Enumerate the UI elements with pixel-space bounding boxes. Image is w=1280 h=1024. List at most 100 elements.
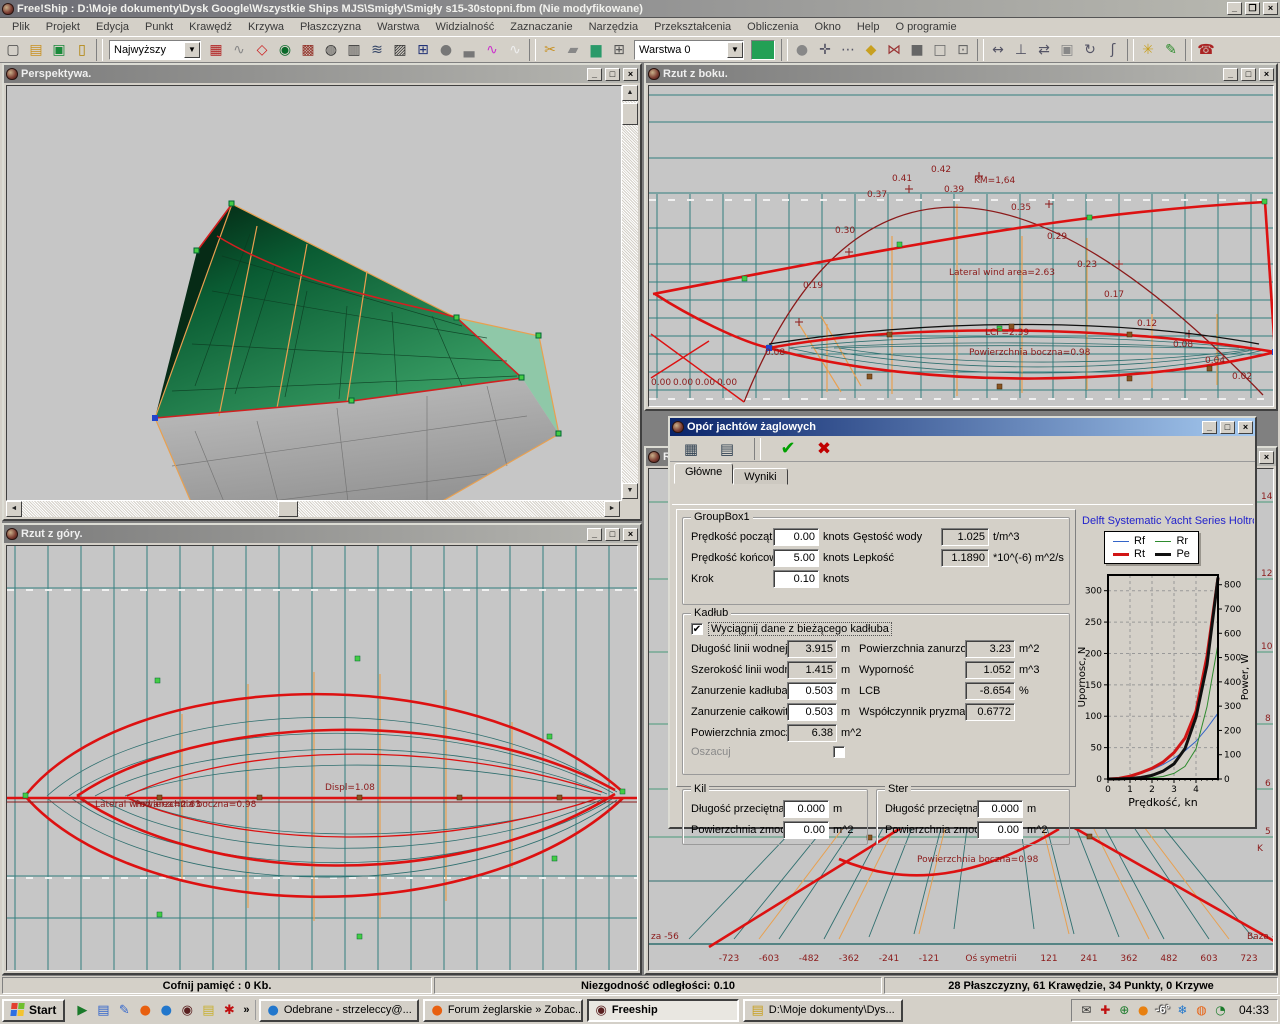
insert-plane-icon[interactable]: ⇄ <box>1033 38 1055 61</box>
minimize-button[interactable]: _ <box>1223 67 1238 81</box>
viscosity-field[interactable]: 1.1890 <box>941 548 989 567</box>
wetted-surface-field[interactable]: 6.38 <box>787 723 837 742</box>
collinear-points-icon[interactable]: ⋯ <box>837 38 859 61</box>
scroll-up-icon[interactable]: ▲ <box>622 85 638 101</box>
interior-edges-icon[interactable]: ▩ <box>297 38 319 61</box>
menu-plik[interactable]: Plik <box>4 20 38 34</box>
menu-kraw-d-[interactable]: Krawędź <box>181 20 240 34</box>
prismatic-coefficient-field[interactable]: 0.6772 <box>965 702 1015 721</box>
solid-icon[interactable]: ▣ <box>1056 38 1078 61</box>
tray-orange-icon[interactable]: ◍ <box>1192 1001 1210 1019</box>
print-icon[interactable]: ▤ <box>716 437 738 460</box>
menu-narz-dzia[interactable]: Narzędzia <box>581 20 647 34</box>
tab-wyniki[interactable]: Wyniki <box>733 468 788 485</box>
tray-mail-icon[interactable]: ✉ <box>1077 1001 1095 1019</box>
diagonals-icon[interactable]: ▨ <box>389 38 411 61</box>
start-button[interactable]: Start <box>2 998 66 1022</box>
develop-plates-icon[interactable]: ▰ <box>562 38 584 61</box>
chart-series-link[interactable]: Delft Systematic Yacht Series Holtrop <box>1082 515 1254 527</box>
chevron-down-icon[interactable]: ▼ <box>184 41 200 58</box>
displacement-field[interactable]: 1.052 <box>965 660 1015 679</box>
keel-wetted-area-field[interactable]: 0.00 <box>783 820 829 839</box>
chevron-down-icon[interactable]: ▼ <box>727 41 743 58</box>
app-minimize-button[interactable]: _ <box>1227 2 1242 15</box>
normals-icon[interactable]: ∿ <box>504 38 526 61</box>
minimize-button[interactable]: _ <box>587 527 602 541</box>
tray-update-icon[interactable]: ⊕ <box>1115 1001 1133 1019</box>
scroll-right-icon[interactable]: ► <box>604 501 620 517</box>
freeship-shortcut-icon[interactable]: ◉ <box>177 1000 198 1020</box>
app-restore-button[interactable]: ❐ <box>1245 2 1260 15</box>
move-point-icon[interactable]: ✛ <box>814 38 836 61</box>
tray-gauge-icon[interactable]: ◔ <box>1211 1001 1229 1019</box>
tray-sync-icon[interactable]: ❄ <box>1173 1001 1191 1019</box>
dialog-close-button[interactable]: × <box>1238 420 1253 434</box>
fax-phone-icon[interactable]: ☎ <box>1195 38 1217 61</box>
calculate-icon[interactable]: ▦ <box>680 437 702 460</box>
maximize-button[interactable]: □ <box>1241 67 1256 81</box>
tab-glowne[interactable]: Główne <box>674 463 734 484</box>
media-player-icon[interactable]: ▶ <box>72 1000 93 1020</box>
close-button[interactable]: × <box>623 67 638 81</box>
scroll-down-icon[interactable]: ▼ <box>622 483 638 499</box>
hull-draft-field[interactable]: 0.503 <box>787 681 837 700</box>
menu-edycja[interactable]: Edycja <box>88 20 137 34</box>
maximize-button[interactable]: □ <box>605 527 620 541</box>
edit-markers-icon[interactable]: ✎ <box>1160 38 1182 61</box>
task-freeship[interactable]: ◉ Freeship <box>587 998 740 1022</box>
extract-data-checkbox[interactable]: ✔ <box>691 623 703 635</box>
shade-model-icon[interactable]: ◉ <box>274 38 296 61</box>
menu-widzialno-[interactable]: Widzialność <box>428 20 503 34</box>
notes-icon[interactable]: ✎ <box>114 1000 135 1020</box>
menu-o-programie[interactable]: O programie <box>887 20 964 34</box>
app-titlebar[interactable]: Free!Ship : D:\Moje dokumenty\Dysk Googl… <box>0 0 1280 18</box>
curvature-icon[interactable]: ∿ <box>481 38 503 61</box>
menu-projekt[interactable]: Projekt <box>38 20 88 34</box>
deck-line-icon[interactable]: ▃ <box>458 38 480 61</box>
new-file-icon[interactable]: ▢ <box>2 38 24 61</box>
task-explorer[interactable]: ▤ D:\Moje dokumenty\Dys... <box>743 998 903 1022</box>
dialog-minimize-button[interactable]: _ <box>1202 420 1217 434</box>
waterlines-icon[interactable]: ≋ <box>366 38 388 61</box>
close-button[interactable]: × <box>1259 67 1274 81</box>
close-button[interactable]: × <box>1259 450 1274 464</box>
menu-przekszta-cenia[interactable]: Przekształcenia <box>646 20 739 34</box>
firefox-icon[interactable]: ● <box>135 1000 156 1020</box>
dialog-maximize-button[interactable]: □ <box>1220 420 1235 434</box>
dialog-titlebar[interactable]: Opór jachtów żaglowych _ □ × <box>670 418 1255 436</box>
horizontal-scrollbar[interactable]: ◄ ► <box>6 501 620 517</box>
window-perspective[interactable]: Perspektywa. _ □ × ▲ ▼ ◄ ► <box>2 63 642 521</box>
intersect-layers-icon[interactable]: ✂ <box>539 38 561 61</box>
window-side-view[interactable]: Rzut z boku. _ □ × 0.41 0.42 KM=1,64 0.3… <box>644 63 1278 411</box>
open-folder-icon[interactable]: ▤ <box>25 38 47 61</box>
rudder-wetted-area-field[interactable]: 0.00 <box>977 820 1023 839</box>
red-app-icon[interactable]: ✱ <box>219 1000 240 1020</box>
total-draft-field[interactable]: 0.503 <box>787 702 837 721</box>
menu-warstwa[interactable]: Warstwa <box>369 20 427 34</box>
select-marker-icon[interactable]: ● <box>791 38 813 61</box>
app-close-button[interactable]: × <box>1263 2 1278 15</box>
scrollbar-thumb[interactable] <box>278 501 298 517</box>
fair-j-curve-icon[interactable]: ʃ <box>1102 38 1124 61</box>
menu-punkt[interactable]: Punkt <box>137 20 181 34</box>
step-field[interactable]: 0.10 <box>773 569 819 588</box>
side-viewport[interactable]: 0.41 0.42 KM=1,64 0.39 0.37 0.35 0.30 0.29 0.23 0… <box>648 85 1274 407</box>
wetted-area-field[interactable]: 3.23 <box>965 639 1015 658</box>
menu-krzywa[interactable]: Krzywa <box>240 20 292 34</box>
perspective-viewport[interactable] <box>6 85 622 501</box>
lock-point-icon[interactable]: ■ <box>906 38 928 61</box>
stations-icon[interactable]: ◍ <box>320 38 342 61</box>
new-plane-icon[interactable]: ◆ <box>860 38 882 61</box>
mirror-planes-icon[interactable]: ⋈ <box>883 38 905 61</box>
scroll-left-icon[interactable]: ◄ <box>6 501 22 517</box>
hydrostatics-calculator-icon[interactable]: ⊞ <box>412 38 434 61</box>
menu-zaznaczanie[interactable]: Zaznaczanie <box>502 20 580 34</box>
perspective-titlebar[interactable]: Perspektywa. _ □ × <box>4 65 640 83</box>
side-view-titlebar[interactable]: Rzut z boku. _ □ × <box>646 65 1276 83</box>
menu-okno[interactable]: Okno <box>807 20 849 34</box>
unlock-all-icon[interactable]: ⊡ <box>952 38 974 61</box>
waterline-length-field[interactable]: 3.915 <box>787 639 837 658</box>
rudder-chord-field[interactable]: 0.000 <box>977 799 1023 818</box>
flowlines-icon[interactable]: ● <box>435 38 457 61</box>
end-speed-field[interactable]: 5.00 <box>773 548 819 567</box>
